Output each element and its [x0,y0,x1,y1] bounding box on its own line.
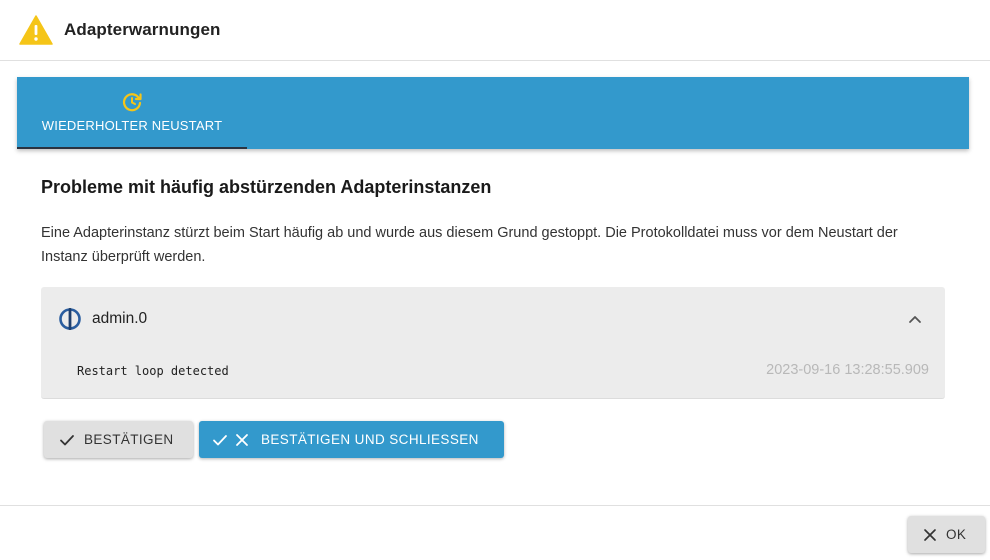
ok-button[interactable]: OK [908,516,985,553]
instance-panel: admin.0 Restart loop detected 2023-09-16… [41,287,945,399]
close-icon [234,432,250,448]
instance-timestamp: 2023-09-16 13:28:55.909 [766,362,929,378]
instance-panel-header[interactable]: admin.0 [41,287,945,351]
check-icon [212,432,228,448]
confirm-and-close-button-label: BESTÄTIGEN UND SCHLIESSEN [261,432,479,447]
tab-indicator [17,147,247,149]
iobroker-logo-icon [58,307,82,331]
section-title: Probleme mit häufig abstürzenden Adapter… [41,177,492,197]
tab-repeated-restart[interactable]: WIEDERHOLTER NEUSTART [17,77,247,149]
confirm-button-label: BESTÄTIGEN [84,432,174,447]
tab-label: WIEDERHOLTER NEUSTART [41,118,223,133]
check-icon [59,432,75,448]
confirm-and-close-button[interactable]: BESTÄTIGEN UND SCHLIESSEN [199,421,504,458]
section-description: Eine Adapterinstanz stürzt beim Start hä… [41,225,898,265]
confirm-button[interactable]: BESTÄTIGEN [44,421,193,458]
warning-triangle-icon [19,15,53,45]
dialog-title: Adapterwarnungen [64,20,221,39]
instance-name: admin.0 [92,310,148,327]
restart-clock-icon [121,91,143,113]
dialog-header: Adapterwarnungen [0,0,990,61]
close-icon [923,528,937,542]
dialog-footer: OK [0,505,990,560]
tab-bar: WIEDERHOLTER NEUSTART [17,77,969,149]
chevron-up-icon[interactable] [905,309,925,329]
instance-message: Restart loop detected [77,364,229,378]
ok-button-label: OK [946,527,967,542]
